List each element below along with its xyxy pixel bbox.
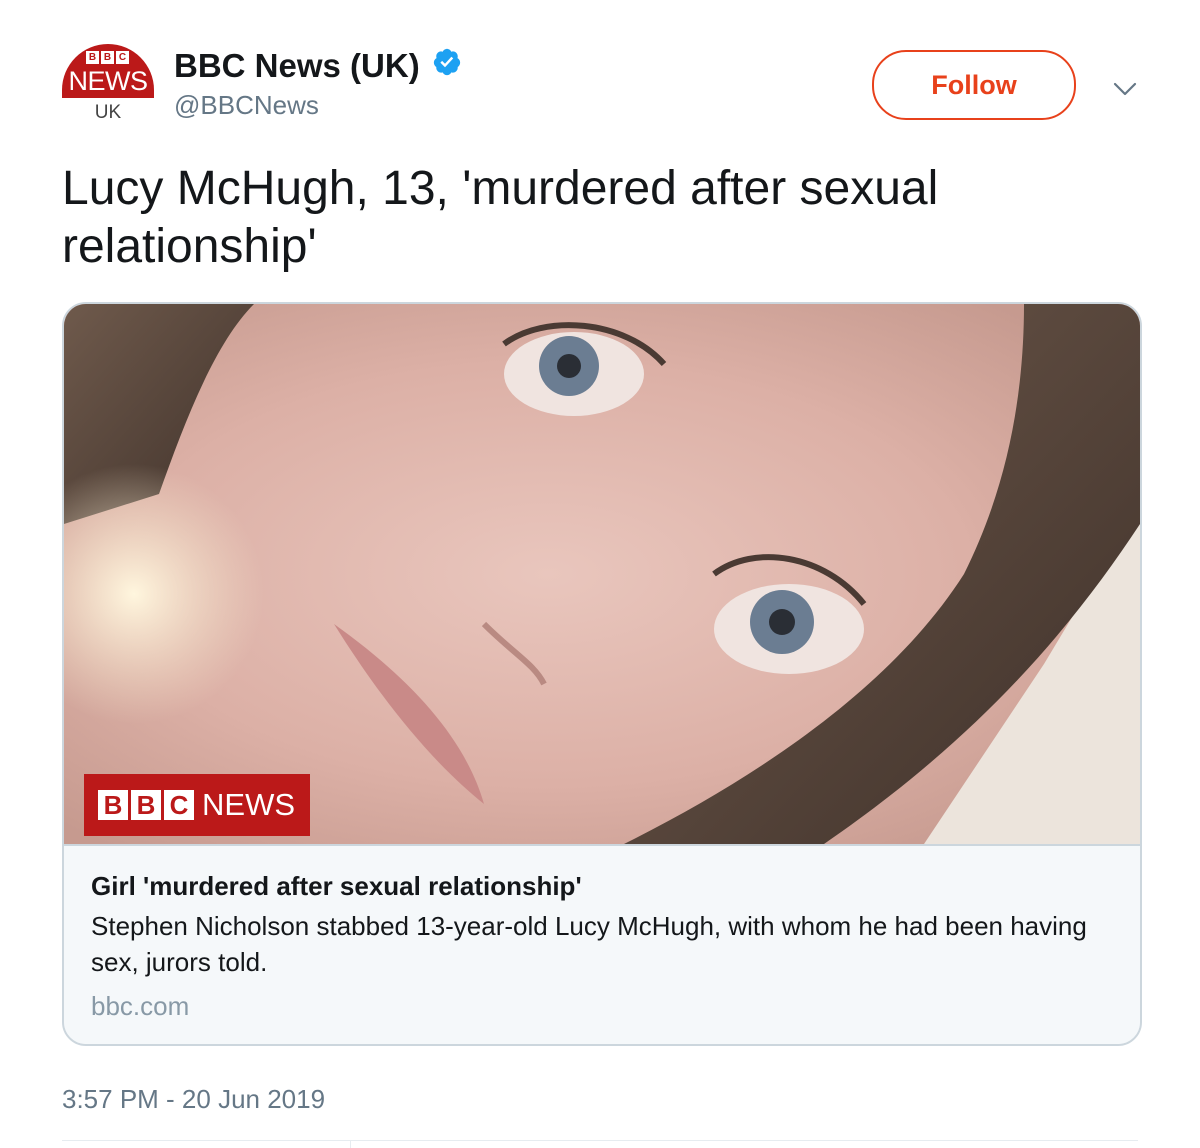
- card-photo: [64, 304, 1140, 844]
- tweet-text: Lucy McHugh, 13, 'murdered after sexual …: [62, 162, 939, 273]
- divider: [62, 1140, 1138, 1141]
- card-image[interactable]: B B C NEWS: [64, 304, 1140, 846]
- follow-button[interactable]: Follow: [872, 50, 1076, 120]
- verified-badge-icon: [434, 48, 461, 76]
- chevron-down-icon[interactable]: [1110, 74, 1140, 104]
- display-name[interactable]: BBC News (UK): [174, 44, 420, 88]
- avatar-block-letter: C: [116, 51, 129, 64]
- account-handle[interactable]: @BBCNews: [174, 88, 462, 122]
- card-title: Girl 'murdered after sexual relationship…: [91, 871, 582, 901]
- watermark-bbc-blocks: B B C: [98, 790, 194, 820]
- avatar-region: UK: [94, 102, 122, 123]
- avatar-bbc-blocks: B B C: [86, 51, 129, 64]
- divider-tick: [350, 1140, 351, 1148]
- tweet: B B C NEWS UK BBC News (UK) @BBCNews Fol…: [0, 0, 1200, 1148]
- card-description: Stephen Nicholson stabbed 13-year-old Lu…: [91, 911, 1087, 977]
- avatar-block-letter: B: [86, 51, 99, 64]
- avatar-block-letter: B: [101, 51, 114, 64]
- bbc-news-watermark: B B C NEWS: [84, 774, 310, 836]
- card-domain: bbc.com: [91, 991, 190, 1021]
- watermark-block-letter: B: [131, 790, 161, 820]
- avatar-logo-dome: B B C NEWS: [62, 44, 154, 98]
- account-name-block[interactable]: BBC News (UK) @BBCNews: [174, 44, 462, 122]
- avatar-news-word: NEWS: [68, 66, 149, 96]
- watermark-news-word: NEWS: [202, 787, 295, 822]
- tweet-timestamp[interactable]: 3:57 PM - 20 Jun 2019: [62, 1080, 325, 1118]
- watermark-block-letter: C: [164, 790, 194, 820]
- link-card[interactable]: B B C NEWS Girl 'murdered after sexual r…: [62, 302, 1142, 1046]
- avatar[interactable]: B B C NEWS UK: [62, 44, 154, 134]
- card-body[interactable]: Girl 'murdered after sexual relationship…: [64, 846, 1140, 1044]
- watermark-block-letter: B: [98, 790, 128, 820]
